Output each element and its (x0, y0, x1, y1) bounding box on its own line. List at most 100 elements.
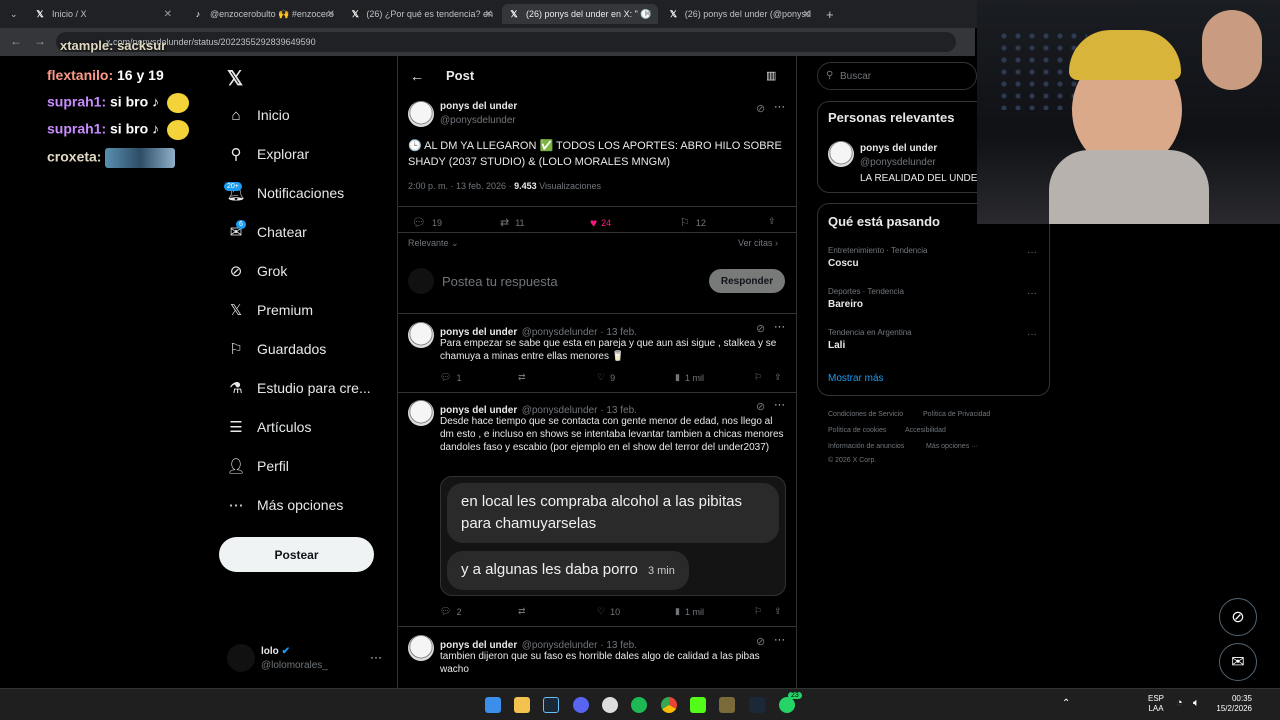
spotify-icon[interactable] (631, 697, 647, 713)
browser-tab[interactable]: ♪ @enzocerobulto 🙌 #enzocero ✕ (186, 4, 341, 24)
more-icon[interactable]: ··· (774, 321, 785, 333)
account-menu-icon[interactable]: ··· (370, 650, 382, 664)
footer-link[interactable]: Condiciones de Servicio (828, 411, 903, 418)
repost-action[interactable]: ⇄ 11 (500, 216, 525, 229)
author-handle[interactable]: @ponysdelunder (440, 115, 516, 126)
avatar[interactable] (408, 322, 434, 348)
grok-fab[interactable]: ⊘ (1219, 598, 1257, 636)
close-icon[interactable]: ✕ (485, 9, 493, 20)
footer-link[interactable]: Accesibilidad (905, 427, 946, 434)
person-handle[interactable]: @ponysdelunder (860, 157, 936, 168)
browser-tab-active[interactable]: 𝕏 (26) ponys del under en X: " 🕒 ✕ (502, 4, 658, 24)
post-button[interactable]: Postear (219, 537, 374, 572)
close-icon[interactable]: ✕ (327, 9, 335, 20)
author-name[interactable]: ponys del under (440, 101, 517, 112)
reply-input[interactable]: Postea tu respuesta (442, 274, 558, 289)
sort-dropdown[interactable]: Relevante ⌄ (408, 238, 459, 249)
close-icon[interactable]: ✕ (164, 9, 172, 20)
views-action[interactable]: ▮ 1 mil (675, 372, 704, 383)
avatar[interactable] (828, 141, 854, 167)
reply-action[interactable]: 💬︎ 19 (412, 216, 442, 229)
quotes-link[interactable]: Ver citas › (738, 238, 778, 248)
avatar[interactable] (408, 400, 434, 426)
account-name[interactable]: lolo ✔ (261, 646, 290, 657)
forward-icon[interactable]: → (34, 34, 46, 48)
back-arrow-icon[interactable]: ← (410, 68, 424, 84)
whatsapp-icon[interactable] (779, 697, 795, 713)
footer-link[interactable]: Más opciones ··· (926, 443, 978, 450)
show-more-link[interactable]: Mostrar más (828, 373, 884, 384)
search-input[interactable]: ⚲ Buscar (817, 62, 977, 90)
more-icon[interactable]: ··· (1027, 247, 1037, 258)
bookmark-icon[interactable]: ⚐ (754, 372, 762, 383)
chevron-up-icon[interactable]: ⌃ (1062, 698, 1070, 709)
messages-fab[interactable]: ✉ (1219, 643, 1257, 681)
more-icon[interactable]: ··· (1027, 329, 1037, 340)
share-icon[interactable]: ⇪ (774, 372, 782, 383)
more-icon[interactable]: ··· (774, 634, 785, 646)
more-icon[interactable]: ··· (774, 101, 785, 113)
footer-link[interactable]: Política de cookies (828, 427, 886, 434)
footer-link[interactable]: Información de anuncios (828, 443, 904, 450)
repost-icon[interactable]: ⇄ (518, 372, 526, 383)
nav-item-notifications[interactable]: 🔔︎ Notificaciones (226, 184, 344, 202)
nav-item-bookmarks[interactable]: ⚐ Guardados (227, 340, 326, 358)
steam-icon[interactable] (543, 697, 559, 713)
language-indicator[interactable]: ESP LAA (1148, 694, 1164, 714)
share-icon[interactable]: ⇪ (768, 216, 776, 227)
reply-button[interactable]: Responder (709, 269, 785, 293)
reader-icon[interactable]: ▥ (766, 69, 776, 82)
back-icon[interactable]: ← (10, 34, 22, 48)
grok-icon[interactable]: ⊘ (756, 102, 765, 115)
windows-start-icon[interactable] (485, 697, 501, 713)
more-icon[interactable]: ··· (774, 399, 785, 411)
url-field[interactable]: x.com/ponysdelunder/status/2022355292839… (56, 32, 956, 52)
wifi-icon[interactable]: ◔ (1176, 697, 1183, 709)
more-icon[interactable]: ··· (1027, 288, 1037, 299)
tab-list-button[interactable]: ⌄ (4, 4, 22, 24)
trend-item[interactable]: Coscu (828, 258, 859, 269)
trend-item[interactable]: Lali (828, 340, 845, 351)
steam-icon[interactable] (749, 697, 765, 713)
close-icon[interactable]: ✕ (803, 9, 811, 20)
repost-icon[interactable]: ⇄ (518, 606, 526, 617)
minecraft-icon[interactable] (719, 697, 735, 713)
like-action[interactable]: ♥ 24 (590, 216, 611, 230)
new-tab-button[interactable]: + (820, 4, 838, 24)
nav-item-articles[interactable]: ☰ Artículos (227, 418, 311, 436)
bookmark-icon[interactable]: ⚐ (754, 606, 762, 617)
nav-item-premium[interactable]: 𝕏 Premium (227, 301, 313, 319)
footer-link[interactable]: Política de Privacidad (923, 411, 990, 418)
file-explorer-icon[interactable] (514, 697, 530, 713)
reply-action[interactable]: 💬︎ 2 (440, 606, 461, 617)
grok-icon[interactable]: ⊘ (756, 635, 765, 648)
x-logo-icon[interactable]: 𝕏 (227, 66, 243, 91)
nav-item-home[interactable]: ⌂ Inicio (227, 106, 289, 124)
clock[interactable]: 00:35 15/2/2026 (1212, 694, 1252, 714)
browser-tab[interactable]: 𝕏 (26) ponys del under (@ponysd ✕ (662, 4, 817, 24)
like-action[interactable]: ♡ 10 (597, 606, 620, 617)
grok-icon[interactable]: ⊘ (756, 400, 765, 413)
avatar[interactable] (408, 101, 434, 127)
avatar[interactable] (227, 644, 255, 672)
grok-icon[interactable]: ⊘ (756, 322, 765, 335)
nav-item-profile[interactable]: 👤︎ Perfil (226, 457, 288, 475)
obs-icon[interactable] (602, 697, 618, 713)
like-action[interactable]: ♡ 9 (597, 372, 615, 383)
trend-item[interactable]: Bareiro (828, 299, 863, 310)
nav-item-more[interactable]: ⋯ Más opciones (227, 496, 344, 514)
browser-tab[interactable]: 𝕏 Inicio / X ✕ (28, 4, 178, 24)
bookmark-action[interactable]: ⚐ 12 (680, 216, 706, 229)
avatar[interactable] (408, 635, 434, 661)
chrome-icon[interactable] (661, 697, 677, 713)
discord-icon[interactable] (573, 697, 589, 713)
attached-image[interactable]: en local les compraba alcohol a las pibi… (440, 476, 786, 596)
kick-icon[interactable] (690, 697, 706, 713)
views-action[interactable]: ▮ 1 mil (675, 606, 704, 617)
share-icon[interactable]: ⇪ (774, 606, 782, 617)
browser-tab[interactable]: 𝕏 (26) ¿Por qué es tendencia? en ✕ (344, 4, 499, 24)
close-icon[interactable]: ✕ (644, 9, 652, 20)
volume-icon[interactable]: 🔈︎ (1193, 697, 1200, 710)
nav-item-creator-studio[interactable]: ⚗ Estudio para cre... (227, 379, 370, 397)
nav-item-grok[interactable]: ⊘ Grok (227, 262, 288, 280)
